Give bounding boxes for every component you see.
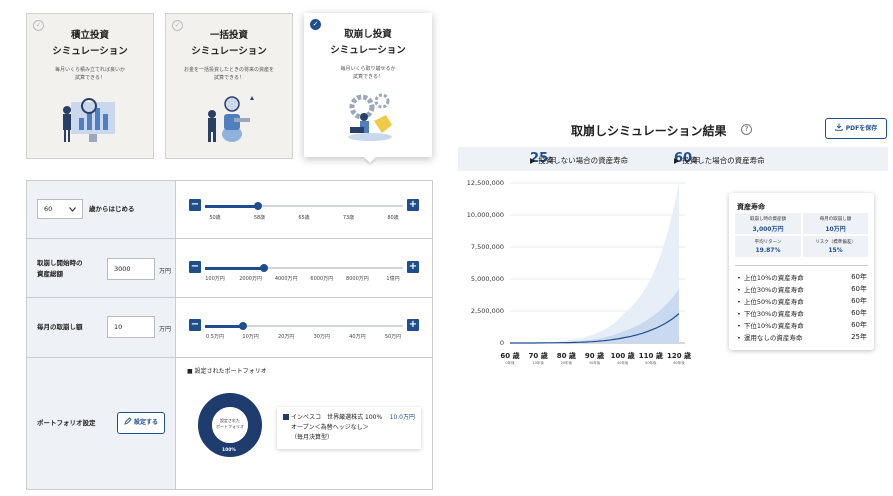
x-tick-sublabel: 20年後: [560, 361, 573, 365]
lifespan-row-label: 運用なしの資産寿命: [743, 334, 803, 342]
kv-withdraw-assets: 取崩し時の資産額 3,000万円: [735, 213, 801, 234]
x-tick-label: 80 歳: [556, 352, 576, 360]
x-tick-sublabel: 60年後: [673, 361, 685, 365]
lifespan-row-value: 60年: [851, 285, 867, 293]
lifespan-row: • 上位30%の資産寿命 60年: [737, 284, 867, 294]
panel-divider: [735, 265, 868, 266]
x-tick-sublabel: 30年後: [588, 361, 601, 365]
x-tick-label: 60 歳: [500, 352, 520, 360]
kv-risk: リスク（標準偏差） 15%: [803, 236, 868, 257]
x-tick-label: 110 歳: [638, 352, 663, 360]
y-tick-label: 10,000,000: [466, 211, 504, 219]
bullet-icon: •: [737, 274, 741, 282]
lifespan-row-value: 60年: [851, 297, 867, 305]
kv-average-return: 平均リターン 19.87%: [735, 236, 801, 257]
panel-heading: 資産寿命: [737, 203, 765, 211]
lifespan-row: • 上位50%の資産寿命 60年: [737, 296, 867, 306]
asset-lifespan-panel: 資産寿命 取崩し時の資産額 3,000万円 毎月の取崩し額 10万円 平均リターン 1…: [729, 193, 874, 350]
x-tick-label: 70 歳: [528, 352, 548, 360]
x-tick-sublabel: 40年後: [616, 361, 629, 365]
lifespan-row-label: 上位10%の資産寿命: [743, 274, 804, 282]
y-tick-label: 0: [499, 339, 504, 347]
lifespan-row-label: 上位50%の資産寿命: [743, 298, 804, 306]
bullet-icon: •: [737, 310, 741, 318]
lifespan-row-value: 60年: [851, 309, 867, 317]
x-tick-sublabel: 0年後: [505, 361, 515, 365]
lifespan-row: • 下位30%の資産寿命 60年: [737, 308, 867, 318]
lifespan-row-label: 下位10%の資産寿命: [743, 322, 804, 330]
x-tick-sublabel: 10年後: [532, 361, 544, 365]
x-tick-label: 100 歳: [610, 352, 635, 360]
bullet-icon: •: [737, 298, 741, 306]
y-tick-label: 12,500,000: [466, 179, 504, 187]
y-tick-label: 2,500,000: [470, 307, 504, 315]
y-tick-label: 5,000,000: [470, 275, 504, 283]
lifespan-row: • 上位10%の資産寿命 60年: [737, 272, 867, 282]
x-tick-sublabel: 50年後: [645, 361, 657, 365]
bullet-icon: •: [737, 322, 741, 330]
lifespan-row-value: 25年: [851, 333, 867, 341]
x-tick-label: 120 歳: [666, 352, 692, 360]
lifespan-row-value: 60年: [851, 273, 867, 281]
lifespan-row-label: 上位30%の資産寿命: [743, 286, 804, 294]
lifespan-row-label: 下位30%の資産寿命: [743, 310, 804, 318]
bullet-icon: •: [737, 334, 741, 342]
y-tick-label: 7,500,000: [470, 243, 504, 251]
bullet-icon: •: [737, 286, 741, 294]
lifespan-row: • 運用なしの資産寿命 25年: [737, 332, 867, 342]
lifespan-row-value: 60年: [851, 321, 867, 329]
kv-monthly-withdraw: 毎月の取崩し額 10万円: [803, 213, 868, 234]
x-tick-label: 90 歳: [584, 352, 605, 360]
lifespan-row: • 下位10%の資産寿命 60年: [737, 320, 867, 330]
